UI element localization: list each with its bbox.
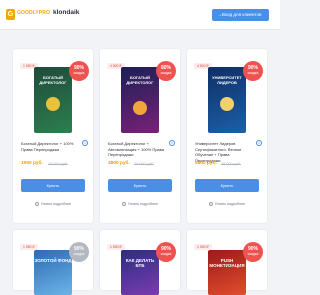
product-title[interactable]: Университет Лидеров Сертификатного. Вечн… <box>195 141 251 163</box>
bell-icon <box>34 201 39 206</box>
details-link[interactable]: Узнать подробнее <box>27 199 79 210</box>
info-icon[interactable]: i <box>256 140 262 146</box>
product-price: 4800 руб. <box>195 161 217 166</box>
logo-text[interactable]: GOODLYPRO <box>17 10 50 16</box>
discount-badge: 90% скидка <box>243 61 263 81</box>
bell-icon <box>121 201 126 206</box>
product-title[interactable]: Богатый Директолог + 100% Права Перепрод… <box>21 141 77 152</box>
discount-badge: 90% скидка <box>243 242 263 262</box>
discount-label: скидка <box>73 71 85 75</box>
discount-badge: 90% скидка <box>69 61 89 81</box>
details-label: Узнать подробнее <box>40 202 72 206</box>
box-title: БОГАТЫЙ ДИРЕКТОЛОГ <box>126 75 154 85</box>
details-label: Узнать подробнее <box>127 202 159 206</box>
product-card[interactable]: 1 550 ₽ БОГАТЫЙ ДИРЕКТОЛОГ 90% скидка Бог… <box>13 49 93 223</box>
product-card[interactable]: 1 550 ₽ КАК ДЕЛАТЬ БТБ 90% скидка <box>100 230 180 295</box>
discount-badge: 90% скидка <box>156 242 176 262</box>
details-link[interactable]: Узнать подробнее <box>201 199 253 210</box>
dollar-icon <box>133 101 147 115</box>
product-card[interactable]: 4 800 ₽ УНИВЕРСИТЕТ ЛИДЕРОВ 90% скидка Ун… <box>187 49 267 223</box>
product-image[interactable]: БОГАТЫЙ ДИРЕКТОЛОГ <box>34 67 72 133</box>
dollar-icon <box>46 97 60 111</box>
discount-label: скидка <box>73 252 85 256</box>
top-bar: G GOODLYPRO klondaik →Вход для клиентов <box>0 0 280 30</box>
product-price: 1550 руб. <box>21 161 43 166</box>
client-login-button[interactable]: →Вход для клиентов <box>212 9 269 21</box>
bell-icon <box>208 201 213 206</box>
discount-badge: 90% скидка <box>69 242 89 262</box>
product-image[interactable]: PUSH МОНЕТИЗАЦИЯ <box>208 250 246 295</box>
product-image[interactable]: КАК ДЕЛАТЬ БТБ <box>121 250 159 295</box>
product-price: 4800 руб. <box>108 161 130 166</box>
discount-badge: 80% скидка <box>156 61 176 81</box>
old-price: 25 000 руб. <box>134 162 154 166</box>
old-price: 15 000 руб. <box>48 162 68 166</box>
discount-label: скидка <box>160 252 172 256</box>
product-card[interactable]: 4 800 ₽ БОГАТЫЙ ДИРЕКТОЛОГ 80% скидка Бог… <box>100 49 180 223</box>
product-title[interactable]: Богатый Директолог + Автоматизация + 100… <box>108 141 164 158</box>
buy-button[interactable]: Купить <box>195 179 259 192</box>
client-login-label: Вход для клиентов <box>222 12 262 17</box>
box-title: БОГАТЫЙ ДИРЕКТОЛОГ <box>39 75 67 85</box>
details-label: Узнать подробнее <box>214 202 246 206</box>
leader-icon <box>220 97 234 111</box>
info-icon[interactable]: i <box>82 140 88 146</box>
discount-label: скидка <box>247 252 259 256</box>
details-link[interactable]: Узнать подробнее <box>114 199 166 210</box>
product-image[interactable]: ЗОЛОТОЙ ФОНД <box>34 250 72 295</box>
discount-label: скидка <box>160 71 172 75</box>
old-price: 48 000 руб. <box>221 162 241 166</box>
product-card[interactable]: 1 550 ₽ ЗОЛОТОЙ ФОНД 90% скидка <box>13 230 93 295</box>
info-icon[interactable]: i <box>169 140 175 146</box>
product-card[interactable]: 1 550 ₽ PUSH МОНЕТИЗАЦИЯ 90% скидка <box>187 230 267 295</box>
logo-icon[interactable]: G <box>6 9 15 20</box>
search-term: klondaik <box>53 9 80 16</box>
product-image[interactable]: БОГАТЫЙ ДИРЕКТОЛОГ <box>121 67 159 133</box>
product-image[interactable]: УНИВЕРСИТЕТ ЛИДЕРОВ <box>208 67 246 133</box>
buy-button[interactable]: Купить <box>21 179 85 192</box>
box-title: ЗОЛОТОЙ ФОНД <box>34 258 72 263</box>
box-title: УНИВЕРСИТЕТ ЛИДЕРОВ <box>212 75 242 85</box>
discount-label: скидка <box>247 71 259 75</box>
box-title: КАК ДЕЛАТЬ БТБ <box>125 258 155 268</box>
buy-button[interactable]: Купить <box>108 179 172 192</box>
box-title: PUSH МОНЕТИЗАЦИЯ <box>209 258 245 268</box>
